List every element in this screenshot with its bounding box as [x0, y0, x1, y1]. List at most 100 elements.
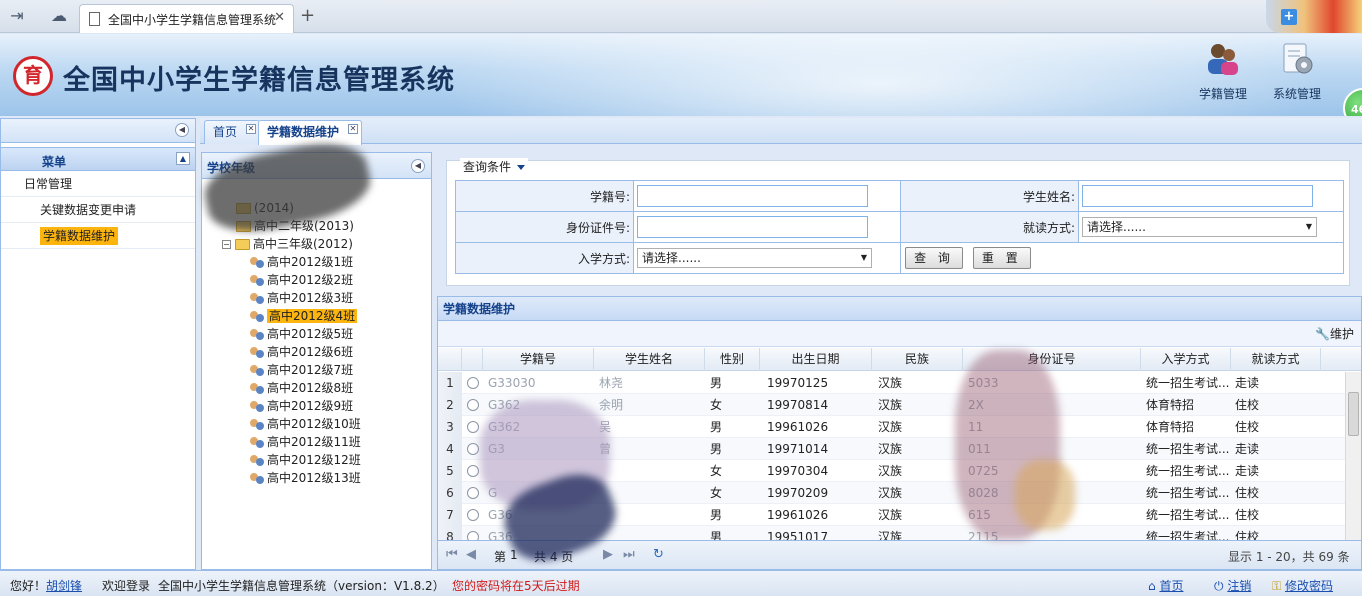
sidebar-toggle-icon[interactable]: ⇥: [6, 6, 28, 26]
tree-node-class[interactable]: 高中2012级11班: [250, 433, 361, 451]
table-cell: 男: [710, 420, 723, 434]
maintain-button[interactable]: 🔧维护: [1315, 325, 1354, 342]
user-avatar-decoration[interactable]: +: [1266, 0, 1362, 33]
collapse-tree-node-icon[interactable]: −: [222, 240, 231, 249]
column-header[interactable]: 学籍号: [483, 348, 594, 371]
menu-item-key-data-change[interactable]: 关键数据变更申请: [1, 197, 195, 223]
column-header[interactable]: 入学方式: [1141, 348, 1231, 371]
table-row[interactable]: 3 G362 吴 男 19961026 汉族 11 体育特招 住校: [438, 416, 1345, 438]
table-cell: [599, 482, 704, 504]
table-cell: [488, 460, 593, 482]
collapse-left-icon[interactable]: ◀: [175, 123, 189, 137]
table-row[interactable]: 4 G3 曾 男 19971014 汉族 011 统一招生考试... 走读: [438, 438, 1345, 460]
tree-node-class[interactable]: 高中2012级9班: [250, 397, 353, 415]
next-page-icon[interactable]: ▶: [603, 547, 613, 562]
grid-scrollbar[interactable]: [1345, 372, 1361, 540]
refresh-icon[interactable]: ↻: [653, 547, 664, 562]
table-cell: 曾: [599, 442, 612, 456]
collapse-tree-icon[interactable]: ◀: [411, 159, 425, 173]
table-row[interactable]: 1 G33030 林尧 男 19970125 汉族 5033 统一招生考试... 走读: [438, 372, 1345, 394]
name-input[interactable]: [1082, 185, 1313, 207]
chevron-up-icon[interactable]: ▲: [176, 152, 190, 165]
table-cell: 住校: [1235, 398, 1260, 412]
row-select-cell[interactable]: [462, 438, 483, 460]
table-cell: 汉族: [878, 508, 903, 522]
tree-node-class[interactable]: 高中2012级10班: [250, 415, 361, 433]
row-select-radio[interactable]: [466, 399, 479, 411]
id-no-input[interactable]: [637, 216, 868, 238]
column-header[interactable]: 身份证号: [963, 348, 1141, 371]
prev-page-icon[interactable]: ◀: [466, 547, 476, 562]
row-select-cell[interactable]: [462, 504, 483, 526]
tab-student-data[interactable]: 学籍数据维护 ✕: [258, 120, 363, 145]
table-cell: 吴: [599, 420, 612, 434]
home-link[interactable]: ⌂ 首页: [1148, 577, 1183, 594]
close-tab-icon[interactable]: ✕: [274, 10, 285, 25]
table-cell: 体育特招: [1146, 398, 1195, 412]
caret-down-icon[interactable]: [517, 165, 526, 170]
tree-node-class[interactable]: 高中2012级1班: [250, 253, 353, 271]
row-select-radio[interactable]: [466, 487, 479, 499]
row-select-cell[interactable]: [462, 482, 483, 504]
page-number-input[interactable]: 1: [510, 548, 518, 562]
browser-tab[interactable]: 全国中小学生学籍信息管理系统 ✕: [79, 4, 294, 33]
close-icon[interactable]: ✕: [246, 124, 257, 134]
notification-badge[interactable]: 46: [1343, 88, 1362, 116]
column-header[interactable]: 学生姓名: [594, 348, 705, 371]
logout-link[interactable]: ⏻ 注销: [1214, 577, 1251, 594]
tree-node-class[interactable]: 高中2012级5班: [250, 325, 353, 343]
menu-item-student-data[interactable]: 学籍数据维护: [1, 223, 195, 249]
row-select-radio[interactable]: [466, 421, 479, 433]
row-select-radio[interactable]: [466, 509, 479, 521]
tree-node-class-selected[interactable]: 高中2012级4班: [250, 307, 358, 325]
first-page-icon[interactable]: ⏮: [446, 547, 458, 562]
last-page-icon[interactable]: ⏭: [623, 547, 635, 562]
tree-node-class[interactable]: 高中2012级2班: [250, 271, 353, 289]
table-row[interactable]: 5 女 19970304 汉族 0725 统一招生考试... 走读: [438, 460, 1345, 482]
row-select-radio[interactable]: [466, 377, 479, 389]
tree-node-class[interactable]: 高中2012级3班: [250, 289, 353, 307]
row-select-radio[interactable]: [466, 465, 479, 477]
close-icon[interactable]: ✕: [348, 124, 359, 134]
table-row[interactable]: 2 G362 余明 女 19970814 汉族 2X 体育特招 住校: [438, 394, 1345, 416]
row-select-radio[interactable]: [466, 443, 479, 455]
student-management-button[interactable]: 学籍管理: [1193, 40, 1253, 104]
table-row[interactable]: 7 G36 男 19961026 汉族 615 统一招生考试... 住校: [438, 504, 1345, 526]
column-header[interactable]: 民族: [872, 348, 963, 371]
row-select-cell[interactable]: [462, 416, 483, 438]
tree-node-grade-2013[interactable]: 高中二年级(2013): [236, 217, 354, 235]
system-management-button[interactable]: 系统管理: [1267, 40, 1327, 104]
tree-node-label: 高中2012级12班: [267, 453, 361, 467]
wrench-icon: 🔧: [1315, 327, 1330, 341]
student-no-input[interactable]: [637, 185, 868, 207]
reset-button[interactable]: 重 置: [972, 247, 1031, 269]
table-row[interactable]: 6 G 女 19970209 汉族 8028 统一招生考试... 住校: [438, 482, 1345, 504]
class-group-icon: [250, 382, 266, 396]
column-header[interactable]: 出生日期: [760, 348, 872, 371]
tree-node-class[interactable]: 高中2012级12班: [250, 451, 361, 469]
row-select-cell[interactable]: [462, 394, 483, 416]
entry-mode-select[interactable]: 请选择......: [637, 248, 872, 268]
tree-node-grade-2012[interactable]: − 高中三年级(2012): [222, 235, 353, 253]
query-legend[interactable]: 查询条件: [460, 158, 529, 175]
menu-accordion-header[interactable]: 菜单 ▲: [1, 147, 195, 171]
change-password-link[interactable]: ⚿ 修改密码: [1272, 577, 1333, 594]
search-button[interactable]: 查 询: [905, 247, 963, 269]
row-select-cell[interactable]: [462, 372, 483, 394]
current-user-link[interactable]: 胡剑锋: [46, 579, 82, 593]
new-tab-button[interactable]: +: [300, 5, 315, 26]
column-header[interactable]: 性别: [705, 348, 760, 371]
tab-home[interactable]: 首页 ✕: [204, 120, 261, 144]
tree-node-class[interactable]: 高中2012级8班: [250, 379, 353, 397]
tree-node-grade-2014[interactable]: (2014): [236, 199, 294, 217]
column-header[interactable]: 就读方式: [1231, 348, 1321, 371]
menu-group-daily[interactable]: 日常管理: [1, 171, 195, 197]
row-select-cell[interactable]: [462, 460, 483, 482]
cloud-icon[interactable]: ☁: [48, 6, 70, 26]
tree-node-class[interactable]: 高中2012级13班: [250, 469, 361, 487]
tree-node-class[interactable]: 高中2012级6班: [250, 343, 353, 361]
scrollbar-thumb[interactable]: [1348, 392, 1359, 436]
tree-node-class[interactable]: 高中2012级7班: [250, 361, 353, 379]
study-mode-select[interactable]: 请选择......: [1082, 217, 1317, 237]
plus-icon[interactable]: +: [1281, 9, 1297, 25]
